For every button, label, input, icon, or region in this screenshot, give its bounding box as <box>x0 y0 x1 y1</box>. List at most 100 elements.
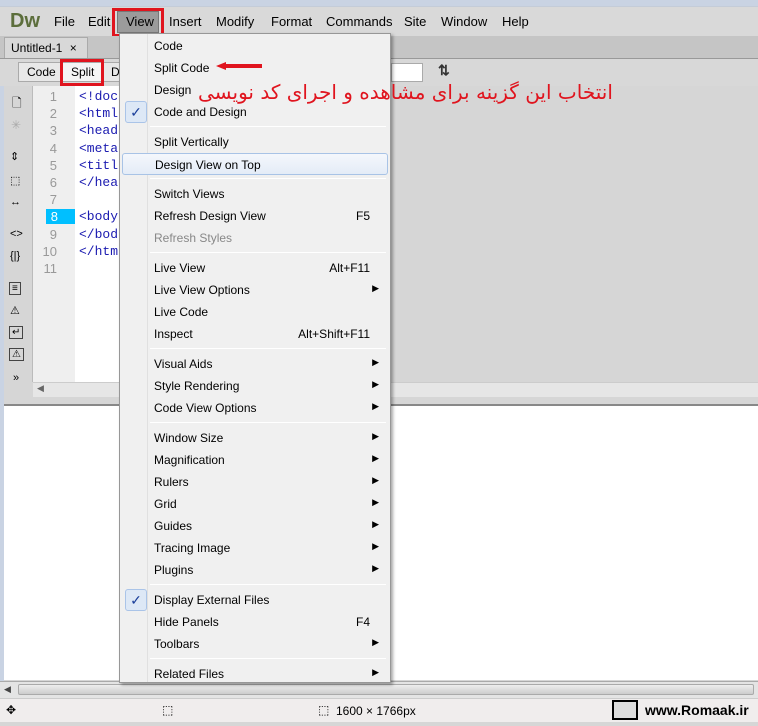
menu-item-style-rendering[interactable]: Style Rendering ▶ <box>122 375 388 397</box>
code-line: </bod <box>79 226 119 242</box>
line-number-gutter: 1 2 3 4 5 6 7 8 9 10 11 <box>33 86 75 382</box>
code-view-button[interactable]: Code <box>18 62 65 82</box>
select-icon[interactable]: ⬚ <box>162 703 173 717</box>
menu-item-label: Hide Panels <box>154 615 219 629</box>
menu-item-label: Design View on Top <box>155 158 261 172</box>
syntax-error-icon[interactable]: ⚠ <box>9 348 24 361</box>
menu-window[interactable]: Window <box>441 14 487 29</box>
menu-item-label: Live View <box>154 261 206 275</box>
menu-item-live-view[interactable]: Live View Alt+F11 <box>122 257 388 279</box>
close-tab-icon[interactable]: × <box>70 41 77 55</box>
line-number: 10 <box>42 243 57 259</box>
menu-commands[interactable]: Commands <box>326 14 392 29</box>
menu-item-live-code[interactable]: Live Code <box>122 301 388 323</box>
menu-item-magnification[interactable]: Magnification ▶ <box>122 449 388 471</box>
menu-shortcut: F4 <box>355 615 370 629</box>
menu-help[interactable]: Help <box>502 14 529 29</box>
balance-braces-icon[interactable]: {|} <box>10 250 20 262</box>
line-number: 3 <box>49 123 57 139</box>
line-number: 5 <box>49 157 57 173</box>
menu-site[interactable]: Site <box>404 14 426 29</box>
menu-item-visual-aids[interactable]: Visual Aids ▶ <box>122 353 388 375</box>
menu-item-design-view-on-top[interactable]: Design View on Top <box>122 153 388 175</box>
line-number: 8 <box>46 209 75 225</box>
menu-item-label: Display External Files <box>154 593 270 607</box>
menu-item-guides[interactable]: Guides ▶ <box>122 515 388 537</box>
menu-item-grid[interactable]: Grid ▶ <box>122 493 388 515</box>
document-tab[interactable]: Untitled-1 × <box>4 37 88 58</box>
submenu-arrow-icon: ▶ <box>372 637 379 647</box>
menu-item-window-size[interactable]: Window Size ▶ <box>122 427 388 449</box>
checkmark-icon: ✓ <box>125 101 147 123</box>
red-arrow-icon <box>216 62 262 70</box>
line-number: 1 <box>49 89 57 104</box>
move-icon[interactable]: ✥ <box>6 703 16 717</box>
snowflake-icon[interactable]: ✳ <box>11 118 21 132</box>
watermark-text: www.Romaak.ir <box>645 702 749 718</box>
menu-edit[interactable]: Edit <box>88 14 110 29</box>
menu-item-related-files[interactable]: Related Files ▶ <box>122 663 388 685</box>
collapse-selection-icon[interactable]: ⬚ <box>10 174 20 187</box>
menu-item-switch-views[interactable]: Switch Views <box>122 183 388 205</box>
code-line: <meta <box>79 140 119 156</box>
menu-insert[interactable]: Insert <box>169 14 202 29</box>
submenu-arrow-icon: ▶ <box>372 401 379 411</box>
menu-item-split-vertically[interactable]: Split Vertically <box>122 131 388 153</box>
menu-item-label: Design <box>154 83 192 97</box>
romaak-logo <box>612 700 638 720</box>
menu-item-label: Live View Options <box>154 283 250 297</box>
more-tools-icon[interactable]: » <box>13 372 19 384</box>
menu-modify[interactable]: Modify <box>216 14 254 29</box>
menu-separator <box>150 584 386 585</box>
expand-all-icon[interactable]: ↔ <box>10 196 21 208</box>
persian-annotation: انتخاب این گزینه برای مشاهده و اجرای کد … <box>198 80 613 104</box>
line-number: 11 <box>43 261 58 276</box>
dreamweaver-logo: Dw <box>10 10 40 32</box>
menu-item-inspect[interactable]: Inspect Alt+Shift+F11 <box>122 323 388 345</box>
menu-item-code-view-options[interactable]: Code View Options ▶ <box>122 397 388 419</box>
window-size-text[interactable]: 1600 × 1766px <box>336 704 416 718</box>
menu-format[interactable]: Format <box>271 14 312 29</box>
submenu-arrow-icon: ▶ <box>372 453 379 463</box>
menu-item-tracing-image[interactable]: Tracing Image ▶ <box>122 537 388 559</box>
menu-item-label: Code and Design <box>154 105 247 119</box>
menu-item-refresh-design-view[interactable]: Refresh Design View F5 <box>122 205 388 227</box>
coding-toolbar: 🗋 ✳ ⇕ ⬚ ↔ <> {|} ≡ ⚠ ↵ ⚠ » <box>4 86 33 384</box>
menu-item-code[interactable]: Code <box>122 35 388 57</box>
word-wrap-icon[interactable]: ↵ <box>9 326 24 339</box>
menu-item-label: Related Files <box>154 667 225 681</box>
menu-item-hide-panels[interactable]: Hide Panels F4 <box>122 611 388 633</box>
menu-file[interactable]: File <box>54 14 75 29</box>
open-documents-icon[interactable]: 🗋 <box>12 94 22 115</box>
line-number: 4 <box>49 140 57 156</box>
code-editor[interactable]: <!doc <html <head <meta <titl </hea <body </bod… <box>75 86 120 382</box>
submenu-arrow-icon: ▶ <box>372 357 379 367</box>
menu-item-live-view-options[interactable]: Live View Options ▶ <box>122 279 388 301</box>
menu-item-label: Magnification <box>154 453 225 467</box>
line-number: 7 <box>49 192 57 208</box>
view-dropdown-menu: Code Split Code Design ✓ Code and Design Spli… <box>119 33 391 683</box>
menu-item-label: Plugins <box>154 563 194 577</box>
menu-item-rulers[interactable]: Rulers ▶ <box>122 471 388 493</box>
collapse-tag-icon[interactable]: ⇕ <box>10 150 19 163</box>
menu-separator <box>150 126 386 127</box>
highlight-invalid-icon[interactable]: ⚠ <box>10 304 20 317</box>
tab-title: Untitled-1 <box>11 41 63 55</box>
menu-item-display-external-files[interactable]: ✓ Display External Files <box>122 589 388 611</box>
window-size-icon[interactable]: ⬚ <box>318 703 329 717</box>
sort-arrows-icon[interactable]: ⇅ <box>438 62 450 79</box>
menu-item-label: Toolbars <box>154 637 200 651</box>
code-line: <titl <box>79 157 119 173</box>
menu-item-label: Style Rendering <box>154 379 240 393</box>
menu-item-code-and-design[interactable]: ✓ Code and Design <box>122 101 388 123</box>
select-parent-tag-icon[interactable]: <> <box>10 228 23 240</box>
menu-shortcut: F5 <box>355 209 370 223</box>
menu-item-label: Tracing Image <box>154 541 231 555</box>
menu-item-label: Split Vertically <box>154 135 229 149</box>
menu-item-plugins[interactable]: Plugins ▶ <box>122 559 388 581</box>
line-numbers-icon[interactable]: ≡ <box>9 282 21 295</box>
menu-item-toolbars[interactable]: Toolbars ▶ <box>122 633 388 655</box>
menu-item-label: Visual Aids <box>154 357 213 371</box>
line-number: 9 <box>49 226 57 242</box>
menu-shortcut: Alt+Shift+F11 <box>298 327 370 341</box>
